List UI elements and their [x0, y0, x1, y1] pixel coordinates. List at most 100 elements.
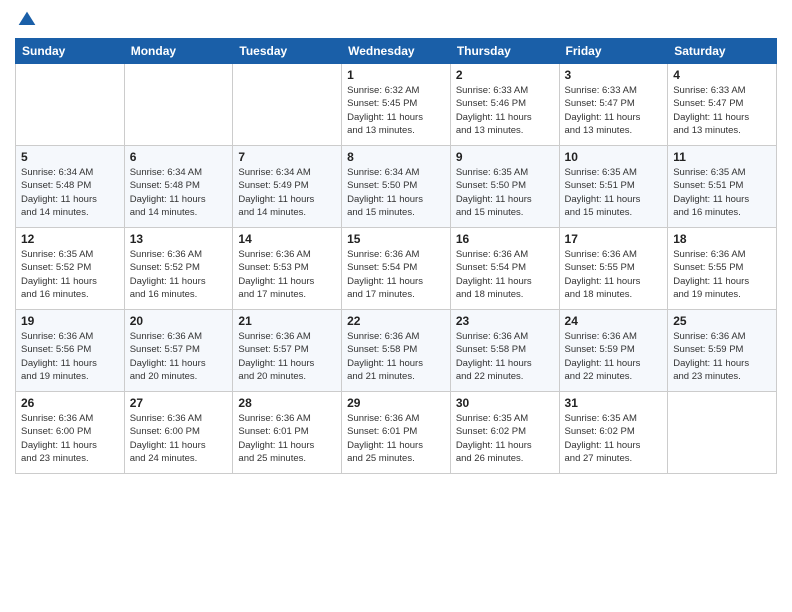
calendar-cell: 5 Sunrise: 6:34 AM Sunset: 5:48 PM Daylig…	[16, 146, 125, 228]
calendar-cell: 28Sunrise: 6:36 AM Sunset: 6:01 PM Dayli…	[233, 392, 342, 474]
day-number: 30	[456, 396, 554, 410]
calendar-cell: 6 Sunrise: 6:34 AM Sunset: 5:48 PM Daylig…	[124, 146, 233, 228]
day-info: Sunrise: 6:33 AM Sunset: 5:46 PM Dayligh…	[456, 84, 554, 137]
day-number: 19	[21, 314, 119, 328]
day-number: 26	[21, 396, 119, 410]
calendar-cell: 22Sunrise: 6:36 AM Sunset: 5:58 PM Dayli…	[342, 310, 451, 392]
calendar-week-row: 5 Sunrise: 6:34 AM Sunset: 5:48 PM Daylig…	[16, 146, 777, 228]
day-info: Sunrise: 6:36 AM Sunset: 5:57 PM Dayligh…	[130, 330, 228, 383]
calendar-cell: 9 Sunrise: 6:35 AM Sunset: 5:50 PM Daylig…	[450, 146, 559, 228]
calendar-table: SundayMondayTuesdayWednesdayThursdayFrid…	[15, 38, 777, 474]
day-info: Sunrise: 6:36 AM Sunset: 6:00 PM Dayligh…	[21, 412, 119, 465]
day-info: Sunrise: 6:36 AM Sunset: 5:55 PM Dayligh…	[565, 248, 663, 301]
day-info: Sunrise: 6:36 AM Sunset: 5:54 PM Dayligh…	[456, 248, 554, 301]
calendar-cell: 2 Sunrise: 6:33 AM Sunset: 5:46 PM Daylig…	[450, 64, 559, 146]
day-number: 12	[21, 232, 119, 246]
day-number: 14	[238, 232, 336, 246]
calendar-week-row: 1 Sunrise: 6:32 AM Sunset: 5:45 PM Daylig…	[16, 64, 777, 146]
calendar-cell: 1 Sunrise: 6:32 AM Sunset: 5:45 PM Daylig…	[342, 64, 451, 146]
day-info: Sunrise: 6:36 AM Sunset: 5:53 PM Dayligh…	[238, 248, 336, 301]
calendar-cell: 25 Sunrise: 6:36 AM Sunset: 5:59 PM Dayli…	[668, 310, 777, 392]
logo-text	[15, 10, 37, 30]
day-number: 16	[456, 232, 554, 246]
day-info: Sunrise: 6:36 AM Sunset: 6:01 PM Dayligh…	[238, 412, 336, 465]
day-number: 15	[347, 232, 445, 246]
calendar-cell: 14 Sunrise: 6:36 AM Sunset: 5:53 PM Dayli…	[233, 228, 342, 310]
day-info: Sunrise: 6:35 AM Sunset: 5:51 PM Dayligh…	[565, 166, 663, 219]
day-info: Sunrise: 6:34 AM Sunset: 5:50 PM Dayligh…	[347, 166, 445, 219]
day-number: 2	[456, 68, 554, 82]
calendar-cell: 12 Sunrise: 6:35 AM Sunset: 5:52 PM Dayli…	[16, 228, 125, 310]
calendar-cell: 21Sunrise: 6:36 AM Sunset: 5:57 PM Dayli…	[233, 310, 342, 392]
day-info: Sunrise: 6:36 AM Sunset: 5:54 PM Dayligh…	[347, 248, 445, 301]
day-info: Sunrise: 6:36 AM Sunset: 5:56 PM Dayligh…	[21, 330, 119, 383]
weekday-header: Wednesday	[342, 39, 451, 64]
weekday-header: Sunday	[16, 39, 125, 64]
day-number: 9	[456, 150, 554, 164]
day-number: 23	[456, 314, 554, 328]
day-number: 11	[673, 150, 771, 164]
calendar-cell: 18 Sunrise: 6:36 AM Sunset: 5:55 PM Dayli…	[668, 228, 777, 310]
calendar-cell: 11 Sunrise: 6:35 AM Sunset: 5:51 PM Dayli…	[668, 146, 777, 228]
day-info: Sunrise: 6:36 AM Sunset: 6:01 PM Dayligh…	[347, 412, 445, 465]
logo	[15, 10, 37, 30]
logo-icon	[17, 10, 37, 30]
day-number: 18	[673, 232, 771, 246]
day-info: Sunrise: 6:36 AM Sunset: 5:59 PM Dayligh…	[673, 330, 771, 383]
calendar-cell: 7 Sunrise: 6:34 AM Sunset: 5:49 PM Daylig…	[233, 146, 342, 228]
header-row: SundayMondayTuesdayWednesdayThursdayFrid…	[16, 39, 777, 64]
calendar-cell	[16, 64, 125, 146]
calendar-cell: 31 Sunrise: 6:35 AM Sunset: 6:02 PM Dayli…	[559, 392, 668, 474]
calendar-cell: 29 Sunrise: 6:36 AM Sunset: 6:01 PM Dayli…	[342, 392, 451, 474]
calendar-cell: 24 Sunrise: 6:36 AM Sunset: 5:59 PM Dayli…	[559, 310, 668, 392]
day-number: 5	[21, 150, 119, 164]
day-number: 10	[565, 150, 663, 164]
day-number: 6	[130, 150, 228, 164]
day-info: Sunrise: 6:33 AM Sunset: 5:47 PM Dayligh…	[673, 84, 771, 137]
page: SundayMondayTuesdayWednesdayThursdayFrid…	[0, 0, 792, 612]
calendar-week-row: 26 Sunrise: 6:36 AM Sunset: 6:00 PM Dayli…	[16, 392, 777, 474]
calendar-cell	[233, 64, 342, 146]
calendar-week-row: 19 Sunrise: 6:36 AM Sunset: 5:56 PM Dayli…	[16, 310, 777, 392]
calendar-cell: 26 Sunrise: 6:36 AM Sunset: 6:00 PM Dayli…	[16, 392, 125, 474]
calendar-cell: 23 Sunrise: 6:36 AM Sunset: 5:58 PM Dayli…	[450, 310, 559, 392]
day-number: 25	[673, 314, 771, 328]
calendar-cell: 27Sunrise: 6:36 AM Sunset: 6:00 PM Dayli…	[124, 392, 233, 474]
day-number: 24	[565, 314, 663, 328]
day-info: Sunrise: 6:34 AM Sunset: 5:48 PM Dayligh…	[21, 166, 119, 219]
day-info: Sunrise: 6:35 AM Sunset: 5:50 PM Dayligh…	[456, 166, 554, 219]
calendar-cell: 20 Sunrise: 6:36 AM Sunset: 5:57 PM Dayli…	[124, 310, 233, 392]
weekday-header: Monday	[124, 39, 233, 64]
day-info: Sunrise: 6:34 AM Sunset: 5:49 PM Dayligh…	[238, 166, 336, 219]
day-info: Sunrise: 6:36 AM Sunset: 5:58 PM Dayligh…	[456, 330, 554, 383]
day-number: 20	[130, 314, 228, 328]
calendar-week-row: 12 Sunrise: 6:35 AM Sunset: 5:52 PM Dayli…	[16, 228, 777, 310]
day-info: Sunrise: 6:35 AM Sunset: 5:51 PM Dayligh…	[673, 166, 771, 219]
day-number: 4	[673, 68, 771, 82]
day-number: 31	[565, 396, 663, 410]
calendar-cell	[668, 392, 777, 474]
calendar-cell: 15 Sunrise: 6:36 AM Sunset: 5:54 PM Dayli…	[342, 228, 451, 310]
day-number: 17	[565, 232, 663, 246]
day-info: Sunrise: 6:36 AM Sunset: 5:52 PM Dayligh…	[130, 248, 228, 301]
calendar-cell: 19 Sunrise: 6:36 AM Sunset: 5:56 PM Dayli…	[16, 310, 125, 392]
day-info: Sunrise: 6:34 AM Sunset: 5:48 PM Dayligh…	[130, 166, 228, 219]
weekday-header: Tuesday	[233, 39, 342, 64]
weekday-header: Thursday	[450, 39, 559, 64]
day-info: Sunrise: 6:32 AM Sunset: 5:45 PM Dayligh…	[347, 84, 445, 137]
calendar-cell: 8 Sunrise: 6:34 AM Sunset: 5:50 PM Daylig…	[342, 146, 451, 228]
day-info: Sunrise: 6:36 AM Sunset: 5:58 PM Dayligh…	[347, 330, 445, 383]
day-number: 7	[238, 150, 336, 164]
weekday-header: Friday	[559, 39, 668, 64]
day-info: Sunrise: 6:36 AM Sunset: 5:55 PM Dayligh…	[673, 248, 771, 301]
day-info: Sunrise: 6:35 AM Sunset: 5:52 PM Dayligh…	[21, 248, 119, 301]
day-info: Sunrise: 6:35 AM Sunset: 6:02 PM Dayligh…	[565, 412, 663, 465]
day-info: Sunrise: 6:33 AM Sunset: 5:47 PM Dayligh…	[565, 84, 663, 137]
day-number: 8	[347, 150, 445, 164]
header	[15, 10, 777, 30]
day-number: 29	[347, 396, 445, 410]
calendar-cell: 10 Sunrise: 6:35 AM Sunset: 5:51 PM Dayli…	[559, 146, 668, 228]
calendar-cell: 4 Sunrise: 6:33 AM Sunset: 5:47 PM Daylig…	[668, 64, 777, 146]
day-number: 1	[347, 68, 445, 82]
day-info: Sunrise: 6:36 AM Sunset: 5:59 PM Dayligh…	[565, 330, 663, 383]
